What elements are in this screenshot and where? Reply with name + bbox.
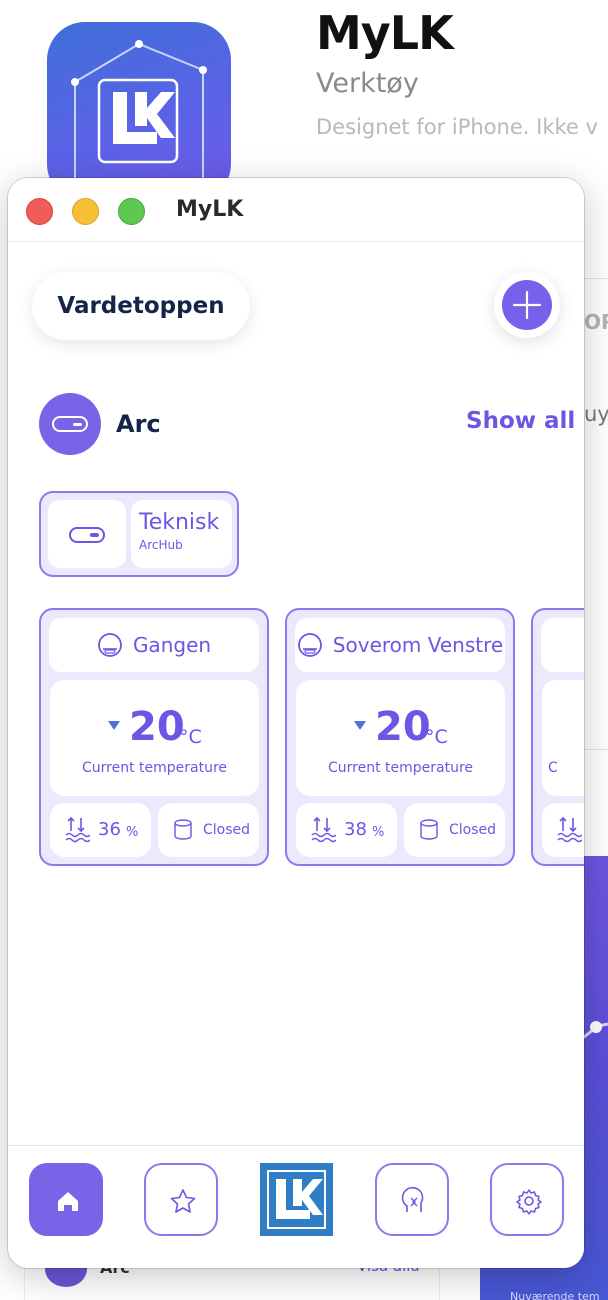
background-card	[584, 278, 608, 750]
temperature-label: Current temperature	[81, 760, 228, 776]
thermostat-icon	[297, 633, 322, 657]
humidity-value: 36	[98, 819, 121, 840]
room-card[interactable]: Gangen 20 °C Current temperature 36 % Cl…	[39, 608, 269, 866]
app-window: MyLK Vardetoppen Arc Show all Teknisk Ar…	[8, 178, 584, 1268]
hub-card[interactable]: Teknisk ArcHub	[39, 491, 239, 577]
add-button[interactable]	[494, 272, 560, 338]
room-header	[541, 618, 584, 672]
location-selector-button[interactable]: Vardetoppen	[32, 272, 250, 340]
humidity-panel: 36 %	[50, 803, 151, 857]
plus-icon	[502, 280, 552, 330]
background-caption: Nuværende tem	[510, 1290, 600, 1300]
temperature-label: C	[548, 760, 558, 776]
tab-favorites[interactable]	[144, 1163, 218, 1236]
humidity-icon	[311, 816, 336, 843]
tab-settings[interactable]	[490, 1163, 564, 1236]
trend-down-icon	[108, 721, 120, 730]
zoom-window-button[interactable]	[118, 198, 145, 225]
valve-panel: Closed	[158, 803, 259, 857]
background-text-fragment: uy	[584, 402, 608, 426]
temperature-panel: 20 °C Current temperature	[50, 680, 259, 796]
humidity-unit: %	[126, 825, 139, 840]
background-header-fragment: OR	[584, 310, 608, 334]
hub-type: ArcHub	[139, 538, 183, 552]
app-store-title: MyLK	[316, 6, 454, 60]
temperature-unit: °C	[425, 726, 448, 748]
tab-support[interactable]	[375, 1163, 449, 1236]
temperature-unit: °C	[179, 726, 202, 748]
humidity-icon	[557, 816, 582, 843]
hub-label: Teknisk ArcHub	[131, 500, 232, 568]
valve-icon	[174, 819, 192, 840]
window-titlebar[interactable]: MyLK	[8, 178, 584, 242]
valve-panel: Closed	[404, 803, 505, 857]
tab-bar	[8, 1145, 584, 1268]
support-icon	[401, 1186, 424, 1212]
humidity-panel	[542, 803, 584, 857]
humidity-panel: 38 %	[296, 803, 397, 857]
temperature-value: 20	[129, 704, 185, 750]
app-store-category: Verktøy	[316, 68, 419, 99]
valve-status: Closed	[203, 822, 251, 838]
arc-device-icon	[39, 393, 101, 455]
lk-logo-tab[interactable]	[260, 1163, 333, 1236]
close-window-button[interactable]	[26, 198, 53, 225]
gear-icon	[516, 1189, 542, 1215]
hub-name: Teknisk	[139, 510, 220, 535]
room-name: Gangen	[132, 633, 212, 657]
home-icon	[58, 1192, 78, 1211]
app-icon	[47, 22, 231, 202]
lk-logo-icon	[267, 1170, 326, 1229]
room-header: Soverom Venstre	[295, 618, 505, 672]
thermostat-icon	[98, 633, 122, 657]
temperature-panel: C	[542, 680, 584, 796]
humidity-unit: %	[372, 825, 385, 840]
temperature-value: 20	[375, 704, 431, 750]
humidity-value: 38	[344, 819, 367, 840]
room-card[interactable]: Soverom Venstre 20 °C Current temperatur…	[285, 608, 515, 866]
hub-icon	[48, 500, 126, 568]
minimize-window-button[interactable]	[72, 198, 99, 225]
app-store-description: Designet for iPhone. Ikke v	[316, 115, 598, 139]
temperature-label: Current temperature	[327, 760, 474, 776]
room-card[interactable]: C	[531, 608, 584, 866]
show-all-link[interactable]: Show all	[466, 408, 575, 434]
trend-down-icon	[354, 721, 366, 730]
humidity-icon	[65, 816, 90, 843]
valve-status: Closed	[449, 822, 497, 838]
window-title: MyLK	[176, 197, 244, 222]
room-header: Gangen	[49, 618, 259, 672]
valve-icon	[420, 819, 438, 840]
section-title: Arc	[116, 410, 161, 438]
star-icon	[170, 1189, 196, 1213]
room-name: Soverom Venstre	[332, 633, 504, 657]
tab-home[interactable]	[29, 1163, 103, 1236]
temperature-panel: 20 °C Current temperature	[296, 680, 505, 796]
